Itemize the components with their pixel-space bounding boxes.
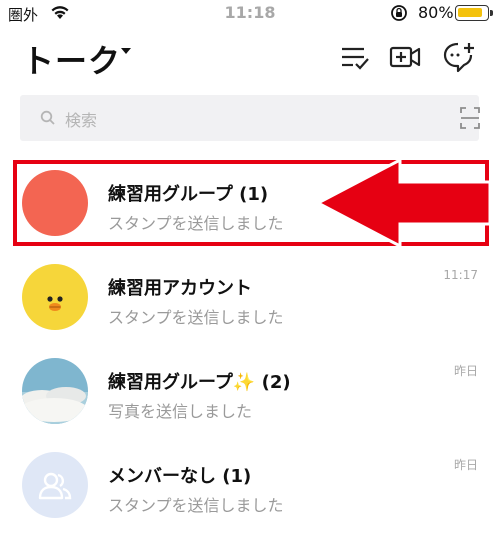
video-call-icon[interactable] <box>388 40 422 74</box>
annotation-arrow-icon <box>314 156 494 254</box>
page-title[interactable]: トーク <box>22 36 121 82</box>
chat-time: 11:17 <box>443 268 478 282</box>
chat-row[interactable]: 練習用アカウント スタンプを送信しました 11:17 <box>0 252 500 346</box>
no-member-avatar <box>22 452 88 518</box>
battery-fill <box>458 8 482 17</box>
chat-name: メンバーなし (1) <box>108 466 252 487</box>
new-chat-icon[interactable] <box>442 40 476 74</box>
sky-avatar <box>22 358 88 424</box>
chat-last-message: スタンプを送信しました <box>108 496 284 515</box>
rotation-lock-icon <box>390 4 408 26</box>
chat-row[interactable]: 練習用グループ✨ (2) 写真を送信しました 昨日 <box>0 346 500 440</box>
chat-time: 昨日 <box>453 364 478 378</box>
scan-icon[interactable] <box>460 107 480 133</box>
caret-down-icon[interactable] <box>121 48 131 54</box>
chat-time: 昨日 <box>453 458 478 472</box>
chat-name: 練習用アカウント <box>108 278 252 299</box>
status-bar: 圏外 11:18 80% <box>0 0 500 28</box>
header: トーク <box>0 32 500 82</box>
chat-last-message: スタンプを送信しました <box>108 308 284 327</box>
search-input[interactable]: 検索 <box>65 107 97 131</box>
chat-row[interactable]: メンバーなし (1) スタンプを送信しました 昨日 <box>0 440 500 534</box>
search-bar[interactable]: 検索 <box>20 95 480 141</box>
battery-nub <box>490 10 493 16</box>
battery-icon <box>455 5 493 21</box>
sally-avatar <box>22 264 88 330</box>
battery-percent: 80% <box>418 3 454 22</box>
edit-list-icon[interactable] <box>338 40 372 74</box>
chat-last-message: 写真を送信しました <box>108 402 253 421</box>
chat-name: 練習用グループ✨ (2) <box>108 372 291 393</box>
search-icon <box>40 110 56 130</box>
